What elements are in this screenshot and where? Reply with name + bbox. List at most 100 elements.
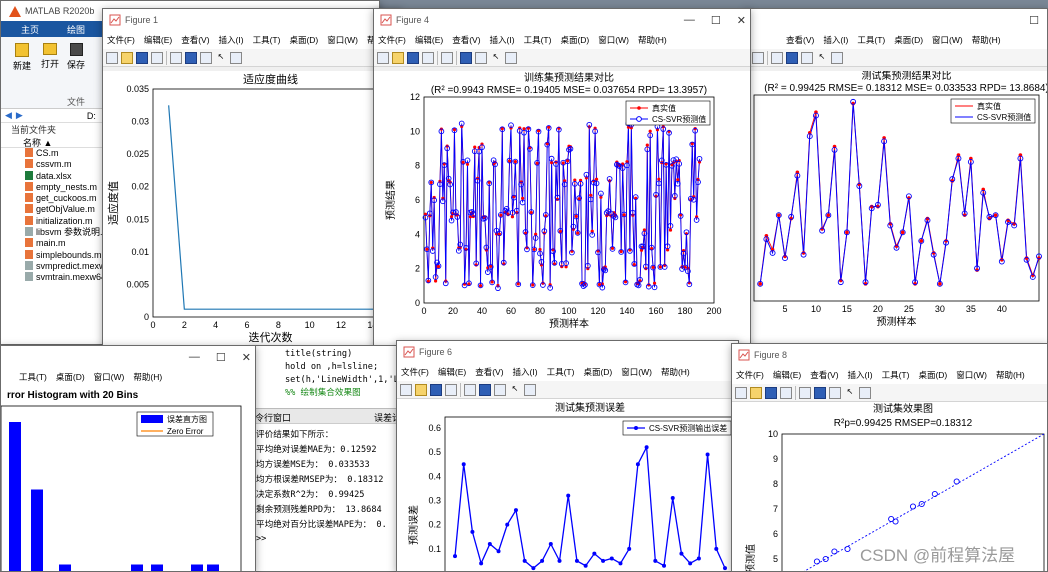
legend-icon[interactable] — [801, 51, 813, 64]
open-file-icon[interactable] — [750, 386, 762, 399]
colorbar-icon[interactable] — [185, 51, 197, 64]
command-output[interactable]: 评价结果如下所示： 平均绝对误差MAE为：0.12592 均方误差MSE为： 0.0… — [256, 428, 401, 546]
test-compare-chart[interactable]: 测试集预测结果对比(R² = 0.99425 RMSE= 0.18312 MSE… — [746, 69, 1048, 348]
minimize-icon[interactable]: — — [189, 351, 200, 363]
editor[interactable]: title(string) hold on ,h=lsline; set(h,'Li… — [253, 348, 401, 406]
new-button[interactable]: 新建 — [11, 43, 33, 72]
menu-item[interactable]: 查看(V) — [452, 34, 480, 46]
command-prompt[interactable]: >> — [256, 533, 401, 546]
maximize-icon[interactable]: ☐ — [711, 14, 721, 27]
menu-item[interactable]: 桌面(D) — [918, 369, 947, 381]
forward-arrow-icon[interactable]: ▶ — [16, 110, 23, 121]
menu-item[interactable]: 工具(T) — [524, 34, 552, 46]
menu-item[interactable]: 工具(T) — [857, 34, 885, 46]
menu-item[interactable]: 插入(I) — [848, 369, 873, 381]
property-editor-icon[interactable] — [524, 383, 536, 396]
pointer-icon[interactable]: ↖ — [215, 52, 227, 64]
link-plot-icon[interactable] — [464, 383, 476, 396]
maximize-icon[interactable]: ☐ — [216, 351, 226, 364]
save-figure-icon[interactable] — [765, 386, 777, 399]
menu-item[interactable]: 窗口(W) — [621, 366, 652, 378]
menu-item[interactable]: 窗口(W) — [932, 34, 963, 46]
open-file-icon[interactable] — [121, 51, 133, 64]
print-icon[interactable] — [422, 51, 434, 64]
open-button[interactable]: 打开 — [39, 43, 61, 70]
link-plot-icon[interactable] — [771, 51, 783, 64]
legend-icon[interactable] — [200, 51, 212, 64]
menu-item[interactable]: 编辑(E) — [438, 366, 466, 378]
menu-item[interactable]: 帮助(H) — [638, 34, 667, 46]
menu-item[interactable]: 工具(T) — [19, 371, 47, 383]
menu-item[interactable]: 帮助(H) — [972, 34, 1001, 46]
fitness-chart[interactable]: 适应度曲线 0 0.005 0.01 0.015 0.02 0.025 0.03 0.035 0 2… — [103, 71, 402, 353]
menu-item[interactable]: 编辑(E) — [773, 369, 801, 381]
menu-item[interactable]: 查看(V) — [786, 34, 814, 46]
maximize-icon[interactable]: ☐ — [1029, 14, 1039, 27]
open-file-icon[interactable] — [415, 383, 427, 396]
menu-item[interactable]: 窗口(W) — [598, 34, 629, 46]
menu-item[interactable]: 窗口(W) — [94, 371, 125, 383]
save-figure-icon[interactable] — [136, 51, 148, 64]
menu-item[interactable]: 窗口(W) — [327, 34, 358, 46]
menu-item[interactable]: 插入(I) — [219, 34, 244, 46]
menu-item[interactable]: 查看(V) — [475, 366, 503, 378]
menu-item[interactable]: 桌面(D) — [583, 366, 612, 378]
print-icon[interactable] — [780, 386, 792, 399]
pointer-icon[interactable]: ↖ — [844, 387, 856, 399]
colorbar-icon[interactable] — [786, 51, 798, 64]
path-text[interactable]: D: — [87, 111, 96, 121]
menu-item[interactable]: 文件(F) — [401, 366, 429, 378]
menu-item[interactable]: 桌面(D) — [289, 34, 318, 46]
back-arrow-icon[interactable]: ◀ — [5, 110, 12, 121]
menu-item[interactable]: 插入(I) — [823, 34, 848, 46]
menu-item[interactable]: 工具(T) — [547, 366, 575, 378]
menu-item[interactable]: 帮助(H) — [661, 366, 690, 378]
error-histogram-chart[interactable]: rror Histogram with 20 Bins 误差直方图 Zero Err… — [1, 386, 256, 572]
close-icon[interactable]: ✕ — [242, 351, 251, 364]
print-icon[interactable] — [445, 383, 457, 396]
save-button[interactable]: 保存 — [65, 43, 87, 71]
legend-icon[interactable] — [494, 383, 506, 396]
pointer-icon[interactable]: ↖ — [509, 384, 521, 396]
property-editor-icon[interactable] — [831, 51, 843, 64]
menu-item[interactable]: 插入(I) — [490, 34, 515, 46]
open-file-icon[interactable] — [392, 51, 404, 64]
menu-item[interactable]: 桌面(D) — [894, 34, 923, 46]
link-plot-icon[interactable] — [799, 386, 811, 399]
menu-item[interactable]: 文件(F) — [736, 369, 764, 381]
link-plot-icon[interactable] — [170, 51, 182, 64]
menu-item[interactable]: 工具(T) — [253, 34, 281, 46]
new-figure-icon[interactable] — [377, 51, 389, 64]
menu-item[interactable]: 编辑(E) — [144, 34, 172, 46]
new-figure-icon[interactable] — [400, 383, 412, 396]
menu-item[interactable]: 帮助(H) — [133, 371, 162, 383]
menu-item[interactable]: 文件(F) — [107, 34, 135, 46]
menu-item[interactable]: 查看(V) — [810, 369, 838, 381]
menu-item[interactable]: 文件(F) — [378, 34, 406, 46]
property-editor-icon[interactable] — [859, 386, 871, 399]
menu-item[interactable]: 桌面(D) — [56, 371, 85, 383]
print-icon[interactable] — [752, 51, 764, 64]
pointer-icon[interactable]: ↖ — [816, 52, 828, 64]
legend-icon[interactable] — [829, 386, 841, 399]
property-editor-icon[interactable] — [505, 51, 517, 64]
tab-home[interactable]: 主页 — [1, 22, 60, 36]
menu-item[interactable]: 帮助(H) — [996, 369, 1025, 381]
save-figure-icon[interactable] — [407, 51, 419, 64]
menu-item[interactable]: 编辑(E) — [415, 34, 443, 46]
pointer-icon[interactable]: ↖ — [490, 52, 502, 64]
test-error-chart[interactable]: 测试集预测误差 0.1 0.2 0.3 0.4 0.5 0.6 预测误差 CS-SVR预测输出误… — [397, 399, 739, 572]
legend-icon[interactable] — [475, 51, 487, 64]
menu-item[interactable]: 工具(T) — [882, 369, 910, 381]
new-figure-icon[interactable] — [735, 386, 747, 399]
colorbar-icon[interactable] — [460, 51, 472, 64]
train-compare-chart[interactable]: 训练集预测结果对比(R² =0.9943 RMSE= 0.19405 MSE= … — [374, 71, 751, 350]
close-icon[interactable]: ✕ — [737, 14, 746, 27]
minimize-icon[interactable]: — — [684, 14, 695, 26]
print-icon[interactable] — [151, 51, 163, 64]
colorbar-icon[interactable] — [814, 386, 826, 399]
colorbar-icon[interactable] — [479, 383, 491, 396]
menu-item[interactable]: 插入(I) — [513, 366, 538, 378]
tab-plots[interactable]: 绘图 — [59, 23, 93, 36]
property-editor-icon[interactable] — [230, 51, 242, 64]
